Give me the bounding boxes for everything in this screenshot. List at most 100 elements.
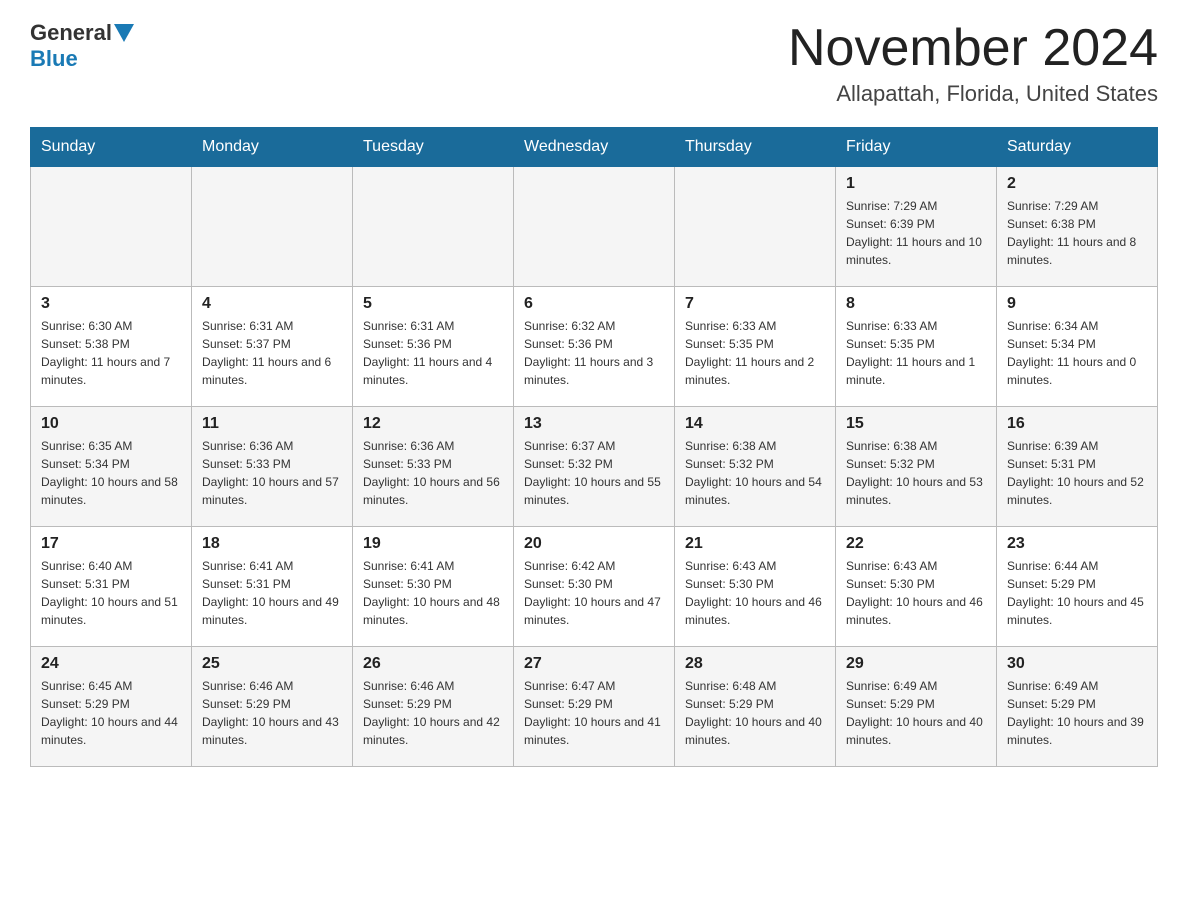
day-info: Sunrise: 6:36 AMSunset: 5:33 PMDaylight:…: [363, 437, 503, 509]
logo-blue-text: Blue: [30, 46, 78, 72]
col-tuesday: Tuesday: [353, 128, 514, 167]
cell-week2-day0: 3Sunrise: 6:30 AMSunset: 5:38 PMDaylight…: [31, 287, 192, 407]
day-number: 11: [202, 415, 342, 433]
cell-week3-day6: 16 Sunrise: 6:39 AMSunset: 5:31 PMDayligh…: [997, 407, 1158, 527]
day-info: Sunrise: 7:29 AMSunset: 6:39 PMDaylight:…: [846, 197, 986, 269]
location-title: Allapattah, Florida, United States: [788, 81, 1158, 107]
day-info: Sunrise: 6:43 AMSunset: 5:30 PMDaylight:…: [846, 557, 986, 629]
day-number: 18: [202, 535, 342, 553]
day-number: 14: [685, 415, 825, 433]
day-info: Sunrise: 6:37 AMSunset: 5:32 PMDaylight:…: [524, 437, 664, 509]
day-info: Sunrise: 6:47 AMSunset: 5:29 PMDaylight:…: [524, 677, 664, 749]
day-info: Sunrise: 6:44 AMSunset: 5:29 PMDaylight:…: [1007, 557, 1147, 629]
day-number: 26: [363, 655, 503, 673]
title-area: November 2024 Allapattah, Florida, Unite…: [788, 20, 1158, 107]
day-number: 5: [363, 295, 503, 313]
day-number: 4: [202, 295, 342, 313]
day-info: Sunrise: 6:48 AMSunset: 5:29 PMDaylight:…: [685, 677, 825, 749]
day-info: Sunrise: 6:39 AMSunset: 5:31 PMDaylight:…: [1007, 437, 1147, 509]
day-number: 29: [846, 655, 986, 673]
day-info: Sunrise: 6:41 AMSunset: 5:30 PMDaylight:…: [363, 557, 503, 629]
day-number: 6: [524, 295, 664, 313]
cell-week4-day0: 17 Sunrise: 6:40 AMSunset: 5:31 PMDayligh…: [31, 527, 192, 647]
calendar-table: Sunday Monday Tuesday Wednesday Thursday…: [30, 127, 1158, 767]
cell-week4-day1: 18 Sunrise: 6:41 AMSunset: 5:31 PMDayligh…: [192, 527, 353, 647]
month-title: November 2024: [788, 20, 1158, 77]
logo: General Blue: [30, 20, 136, 72]
header-row: Sunday Monday Tuesday Wednesday Thursday…: [31, 128, 1158, 167]
page-header: General Blue November 2024 Allapattah, F…: [30, 20, 1158, 107]
day-info: Sunrise: 6:42 AMSunset: 5:30 PMDaylight:…: [524, 557, 664, 629]
cell-week4-day2: 19 Sunrise: 6:41 AMSunset: 5:30 PMDayligh…: [353, 527, 514, 647]
day-number: 22: [846, 535, 986, 553]
day-info: Sunrise: 6:46 AMSunset: 5:29 PMDaylight:…: [363, 677, 503, 749]
cell-week3-day3: 13Sunrise: 6:37 AMSunset: 5:32 PMDayligh…: [514, 407, 675, 527]
cell-week1-day0: [31, 167, 192, 287]
cell-week2-day4: 7 Sunrise: 6:33 AMSunset: 5:35 PMDaylight…: [675, 287, 836, 407]
cell-week1-day1: [192, 167, 353, 287]
day-number: 23: [1007, 535, 1147, 553]
day-number: 9: [1007, 295, 1147, 313]
col-saturday: Saturday: [997, 128, 1158, 167]
day-number: 27: [524, 655, 664, 673]
day-info: Sunrise: 6:45 AMSunset: 5:29 PMDaylight:…: [41, 677, 181, 749]
day-number: 20: [524, 535, 664, 553]
day-number: 7: [685, 295, 825, 313]
day-info: Sunrise: 6:41 AMSunset: 5:31 PMDaylight:…: [202, 557, 342, 629]
day-number: 10: [41, 415, 181, 433]
day-info: Sunrise: 6:34 AMSunset: 5:34 PMDaylight:…: [1007, 317, 1147, 389]
cell-week5-day4: 28 Sunrise: 6:48 AMSunset: 5:29 PMDayligh…: [675, 647, 836, 767]
cell-week4-day6: 23 Sunrise: 6:44 AMSunset: 5:29 PMDayligh…: [997, 527, 1158, 647]
day-number: 30: [1007, 655, 1147, 673]
cell-week2-day6: 9 Sunrise: 6:34 AMSunset: 5:34 PMDaylight…: [997, 287, 1158, 407]
day-info: Sunrise: 6:40 AMSunset: 5:31 PMDaylight:…: [41, 557, 181, 629]
day-number: 2: [1007, 175, 1147, 193]
day-info: Sunrise: 6:36 AMSunset: 5:33 PMDaylight:…: [202, 437, 342, 509]
day-number: 8: [846, 295, 986, 313]
cell-week1-day5: 1 Sunrise: 7:29 AMSunset: 6:39 PMDaylight…: [836, 167, 997, 287]
day-info: Sunrise: 6:43 AMSunset: 5:30 PMDaylight:…: [685, 557, 825, 629]
day-info: Sunrise: 6:32 AMSunset: 5:36 PMDaylight:…: [524, 317, 664, 389]
day-info: Sunrise: 6:38 AMSunset: 5:32 PMDaylight:…: [846, 437, 986, 509]
cell-week4-day5: 22 Sunrise: 6:43 AMSunset: 5:30 PMDayligh…: [836, 527, 997, 647]
week-row-3: 10 Sunrise: 6:35 AMSunset: 5:34 PMDayligh…: [31, 407, 1158, 527]
cell-week2-day2: 5 Sunrise: 6:31 AMSunset: 5:36 PMDaylight…: [353, 287, 514, 407]
col-wednesday: Wednesday: [514, 128, 675, 167]
cell-week3-day2: 12Sunrise: 6:36 AMSunset: 5:33 PMDayligh…: [353, 407, 514, 527]
day-number: 24: [41, 655, 181, 673]
cell-week1-day6: 2Sunrise: 7:29 AMSunset: 6:38 PMDaylight…: [997, 167, 1158, 287]
day-number: 15: [846, 415, 986, 433]
day-info: Sunrise: 6:49 AMSunset: 5:29 PMDaylight:…: [1007, 677, 1147, 749]
cell-week3-day4: 14Sunrise: 6:38 AMSunset: 5:32 PMDayligh…: [675, 407, 836, 527]
cell-week4-day3: 20 Sunrise: 6:42 AMSunset: 5:30 PMDayligh…: [514, 527, 675, 647]
day-number: 1: [846, 175, 986, 193]
cell-week1-day4: [675, 167, 836, 287]
cell-week1-day2: [353, 167, 514, 287]
week-row-1: 1 Sunrise: 7:29 AMSunset: 6:39 PMDaylight…: [31, 167, 1158, 287]
cell-week2-day5: 8 Sunrise: 6:33 AMSunset: 5:35 PMDaylight…: [836, 287, 997, 407]
day-number: 28: [685, 655, 825, 673]
day-number: 21: [685, 535, 825, 553]
cell-week5-day1: 25Sunrise: 6:46 AMSunset: 5:29 PMDayligh…: [192, 647, 353, 767]
col-sunday: Sunday: [31, 128, 192, 167]
day-info: Sunrise: 6:49 AMSunset: 5:29 PMDaylight:…: [846, 677, 986, 749]
day-info: Sunrise: 6:33 AMSunset: 5:35 PMDaylight:…: [846, 317, 986, 389]
week-row-4: 17 Sunrise: 6:40 AMSunset: 5:31 PMDayligh…: [31, 527, 1158, 647]
day-info: Sunrise: 6:33 AMSunset: 5:35 PMDaylight:…: [685, 317, 825, 389]
cell-week5-day3: 27 Sunrise: 6:47 AMSunset: 5:29 PMDayligh…: [514, 647, 675, 767]
week-row-5: 24 Sunrise: 6:45 AMSunset: 5:29 PMDayligh…: [31, 647, 1158, 767]
day-info: Sunrise: 6:31 AMSunset: 5:37 PMDaylight:…: [202, 317, 342, 389]
day-number: 16: [1007, 415, 1147, 433]
cell-week5-day2: 26 Sunrise: 6:46 AMSunset: 5:29 PMDayligh…: [353, 647, 514, 767]
cell-week3-day5: 15 Sunrise: 6:38 AMSunset: 5:32 PMDayligh…: [836, 407, 997, 527]
day-number: 17: [41, 535, 181, 553]
col-friday: Friday: [836, 128, 997, 167]
cell-week3-day1: 11 Sunrise: 6:36 AMSunset: 5:33 PMDayligh…: [192, 407, 353, 527]
day-info: Sunrise: 6:31 AMSunset: 5:36 PMDaylight:…: [363, 317, 503, 389]
day-number: 19: [363, 535, 503, 553]
day-info: Sunrise: 6:35 AMSunset: 5:34 PMDaylight:…: [41, 437, 181, 509]
cell-week2-day3: 6 Sunrise: 6:32 AMSunset: 5:36 PMDaylight…: [514, 287, 675, 407]
cell-week5-day6: 30 Sunrise: 6:49 AMSunset: 5:29 PMDayligh…: [997, 647, 1158, 767]
col-thursday: Thursday: [675, 128, 836, 167]
day-number: 25: [202, 655, 342, 673]
